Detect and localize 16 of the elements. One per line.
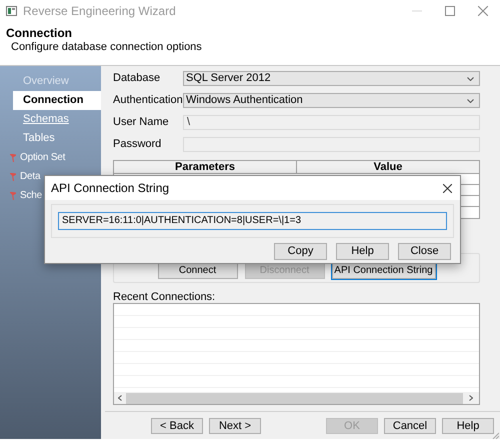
column-header: Parameters: [174, 161, 236, 173]
page-subtitle: Configure database connection options: [11, 40, 203, 54]
dropdown-value: Windows Authentication: [186, 93, 303, 108]
column-header: Value: [296, 161, 479, 173]
field-label: Database: [113, 71, 162, 86]
field-label: Authentication: [113, 93, 183, 108]
dropdown-value: SQL Server 2012: [186, 71, 271, 86]
page-title: Connection: [6, 26, 73, 40]
sidebar-item-label: Sche: [20, 189, 42, 203]
sidebar-item-label: Deta: [20, 170, 40, 184]
field-label: Password: [113, 137, 162, 152]
sidebar-item-label: Option Set: [20, 151, 66, 165]
field-label: User Name: [113, 115, 170, 130]
window-title: Reverse Engineering Wizard: [23, 3, 176, 20]
recent-connections-label: Recent Connections:: [113, 291, 216, 303]
dialog-title: API Connection String: [51, 180, 170, 197]
